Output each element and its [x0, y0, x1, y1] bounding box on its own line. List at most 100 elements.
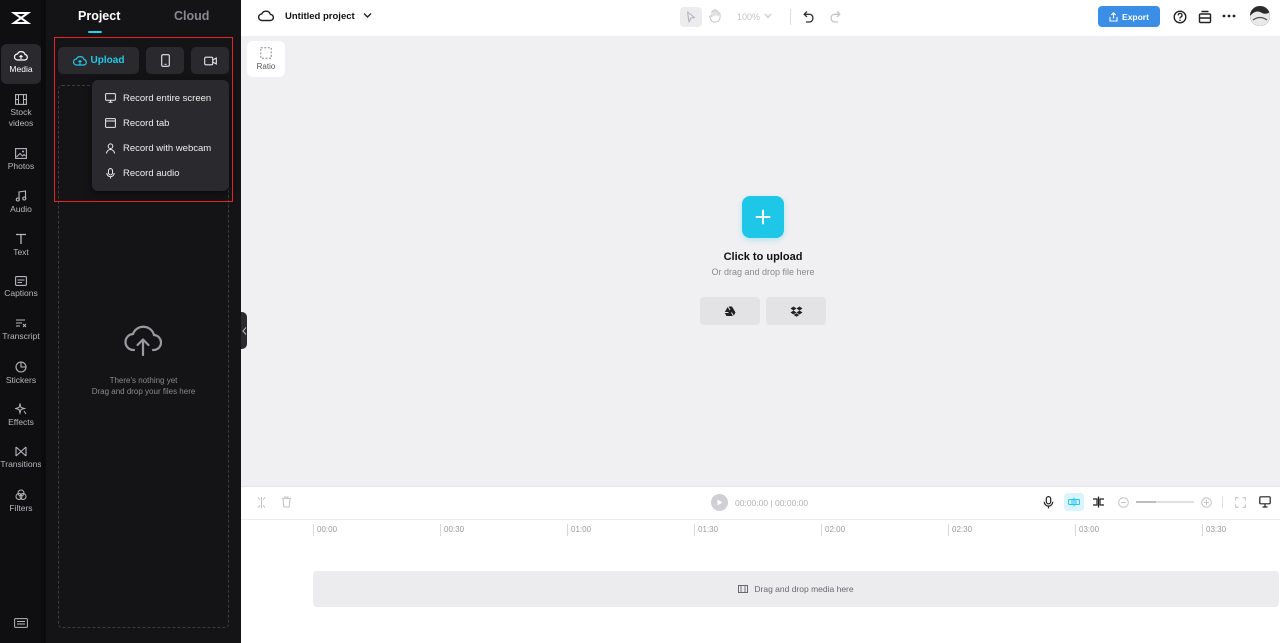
- microphone-icon[interactable]: [1043, 496, 1054, 509]
- split-icon[interactable]: [256, 496, 267, 509]
- rail-item-captions[interactable]: Captions: [1, 274, 41, 314]
- total-time: 00:00:00: [775, 498, 809, 508]
- cloud-upload-large-icon: [124, 325, 162, 357]
- ruler-tick: 03:30: [1202, 524, 1226, 536]
- empty-state-text: There's nothing yet Drag and drop your f…: [58, 375, 229, 397]
- transcript-icon: [15, 319, 26, 328]
- ratio-label: Ratio: [256, 62, 276, 71]
- rail-item-text[interactable]: Text: [1, 231, 41, 271]
- avatar[interactable]: [1250, 6, 1270, 26]
- trash-icon[interactable]: [281, 496, 292, 508]
- fit-to-screen-icon[interactable]: [1235, 497, 1246, 508]
- layers-icon[interactable]: [1198, 10, 1212, 24]
- captions-icon: [15, 276, 27, 286]
- rail-label-stickers: Stickers: [5, 375, 37, 385]
- rail-label-photos: Photos: [7, 161, 35, 171]
- rail-item-transitions[interactable]: Transitions: [0, 444, 42, 484]
- filter-circles-icon: [15, 489, 27, 500]
- rail-label-captions: Captions: [4, 288, 38, 298]
- play-icon: [717, 499, 722, 506]
- google-drive-button[interactable]: [700, 297, 760, 325]
- zoom-level[interactable]: 100%: [737, 12, 760, 22]
- rail-label-transitions: Transitions: [0, 459, 42, 469]
- empty-line-1: There's nothing yet: [109, 376, 178, 385]
- help-icon[interactable]: [1173, 10, 1187, 24]
- upload-title: Click to upload: [723, 251, 803, 263]
- dropbox-icon: [790, 306, 802, 317]
- select-tool-button[interactable]: [680, 7, 702, 27]
- rail-item-audio[interactable]: Audio: [1, 188, 41, 228]
- canvas-upload-button[interactable]: [742, 196, 784, 238]
- capcut-logo-icon: [11, 12, 31, 24]
- rail-item-photos[interactable]: Photos: [1, 146, 41, 186]
- export-button[interactable]: Export: [1098, 6, 1160, 27]
- share-upload-icon: [1109, 11, 1118, 22]
- empty-line-2: Drag and drop your files here: [91, 387, 196, 396]
- chevron-down-icon[interactable]: [764, 13, 772, 19]
- ruler-tick: 00:00: [313, 524, 337, 536]
- rail-label-transcript: Transcript: [2, 331, 40, 341]
- bowtie-icon: [15, 446, 27, 457]
- dropbox-button[interactable]: [766, 297, 826, 325]
- project-title[interactable]: Untitled project: [285, 11, 355, 22]
- chevron-left-icon: [241, 326, 246, 335]
- music-note-icon: [15, 190, 27, 202]
- ratio-button[interactable]: Ratio: [247, 41, 285, 77]
- monitor-icon[interactable]: [1259, 496, 1271, 508]
- timeline-panel: [241, 486, 1280, 643]
- ratio-icon: [260, 47, 272, 59]
- timeline-drop-label: Drag and drop media here: [754, 584, 854, 594]
- more-horizontal-icon[interactable]: [1222, 14, 1236, 18]
- tab-project[interactable]: Project: [78, 9, 120, 23]
- rail-label-stock-videos: Stock videos: [8, 107, 34, 128]
- rail-label-audio: Audio: [10, 204, 32, 214]
- zoom-in-icon[interactable]: [1201, 497, 1212, 508]
- timeline-divider: [1222, 496, 1223, 508]
- panel-tabs: Project Cloud: [46, 0, 241, 36]
- redo-icon[interactable]: [829, 10, 841, 23]
- ruler-tick: 01:00: [567, 524, 591, 536]
- highlight-box: [54, 37, 233, 202]
- rail-item-media[interactable]: Media: [1, 44, 41, 84]
- upload-subtitle: Or drag and drop file here: [711, 267, 815, 277]
- magnet-icon: [1068, 497, 1080, 507]
- rail-label-filters: Filters: [9, 503, 33, 513]
- avatar-image-icon: [1250, 6, 1270, 26]
- undo-icon[interactable]: [803, 10, 815, 23]
- cloud-icon: [258, 10, 274, 22]
- ruler-tick: 00:30: [440, 524, 464, 536]
- film-icon: [15, 94, 27, 105]
- current-time: 00:00:00: [735, 498, 769, 508]
- zoom-slider[interactable]: [1136, 501, 1194, 503]
- rail-item-stickers[interactable]: Stickers: [1, 359, 41, 399]
- rail-item-effects[interactable]: Effects: [1, 401, 41, 441]
- text-t-icon: [16, 233, 26, 244]
- play-button[interactable]: [711, 494, 728, 511]
- zoom-out-icon[interactable]: [1118, 497, 1129, 508]
- ruler-tick: 02:30: [948, 524, 972, 536]
- hand-icon[interactable]: [709, 9, 721, 23]
- cloud-upload-icon: [14, 51, 28, 61]
- rail-item-stock-videos[interactable]: Stock videos: [1, 92, 41, 132]
- rail-item-filters[interactable]: Filters: [1, 487, 41, 527]
- sticker-icon: [15, 361, 27, 373]
- zoom-slider-fill: [1136, 501, 1156, 503]
- chevron-down-icon[interactable]: [363, 12, 372, 19]
- timecode: 00:00:00 | 00:00:00: [735, 498, 808, 508]
- magnet-snap-button[interactable]: [1064, 493, 1084, 511]
- rail-label-text: Text: [13, 247, 29, 257]
- timeline-dropzone[interactable]: Drag and drop media here: [313, 571, 1279, 607]
- rail-label-effects: Effects: [8, 417, 34, 427]
- keyboard-icon[interactable]: [14, 617, 28, 629]
- ruler-tick: 01:30: [694, 524, 718, 536]
- panel-collapse-handle[interactable]: [241, 312, 247, 349]
- rail-item-transcript[interactable]: Transcript: [1, 316, 41, 356]
- plus-icon: [755, 209, 771, 225]
- link-clips-icon[interactable]: [1092, 496, 1105, 508]
- export-label: Export: [1122, 11, 1149, 22]
- ruler-tick: 03:00: [1075, 524, 1099, 536]
- tab-active-indicator: [88, 31, 102, 33]
- left-rail: Media Stock videos Photos Audio Text Cap…: [0, 0, 42, 643]
- timeline-ruler[interactable]: [241, 519, 1280, 537]
- tab-cloud[interactable]: Cloud: [174, 9, 209, 23]
